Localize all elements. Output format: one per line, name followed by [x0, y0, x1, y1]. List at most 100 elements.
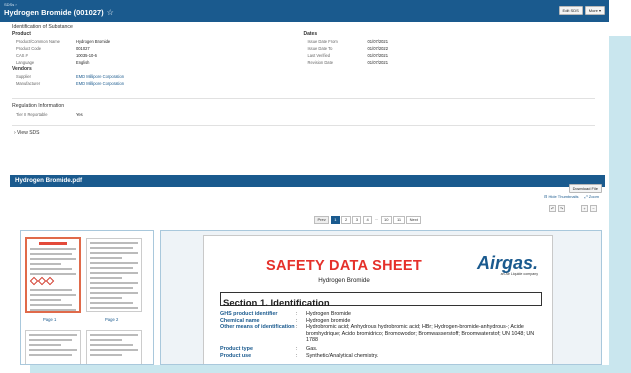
star-icon[interactable]: ☆: [107, 8, 114, 18]
page-button-11[interactable]: 11: [393, 216, 405, 224]
field-value: 01/07/2022: [367, 46, 389, 52]
sds-row-colon: :: [296, 311, 298, 317]
field-label: Manufacturer: [16, 81, 41, 87]
thumbnail-line: [90, 297, 123, 299]
field-label: Language: [16, 60, 35, 66]
thumbnail-line: [29, 349, 77, 351]
rotate-right-icon[interactable]: ↷: [558, 205, 565, 212]
sds-subtitle: Hydrogen Bromide: [318, 277, 370, 284]
rotate-left-icon[interactable]: ↶: [549, 205, 556, 212]
thumbnail-line: [90, 247, 134, 249]
thumbnail-line: [90, 277, 123, 279]
sds-row-value: Hydrobromic acid; Anhydrous hydrobromic …: [306, 324, 535, 344]
thumbnail-line: [29, 339, 73, 341]
page-button-10[interactable]: 10: [380, 216, 392, 224]
vendor-row: Manufacturer EMD Millipore Corporation: [12, 80, 595, 87]
download-file-button[interactable]: Download File: [568, 184, 602, 193]
thumbnail-line: [29, 354, 73, 356]
regulation-row: Tier II Reportable Yes: [12, 111, 595, 118]
prev-page-button[interactable]: Prev: [314, 216, 330, 224]
sds-row-value: Synthetic/Analytical chemistry.: [306, 352, 379, 359]
section-heading-text: Section 1. Identification: [223, 298, 330, 309]
manufacturer-link[interactable]: EMD Millipore Corporation: [76, 80, 124, 87]
zoom-controls: + −: [581, 205, 597, 212]
thumbnail-line: [30, 299, 62, 301]
thumbnail-line: [90, 339, 123, 341]
page-thumbnail-2[interactable]: [86, 238, 142, 312]
thumbnail-title-bar: [39, 242, 67, 245]
field-value: Hydrogen Bromide: [76, 39, 111, 44]
page-thumbnail-3[interactable]: [25, 330, 81, 364]
page-title-text: Hydrogen Bromide (001027): [4, 8, 104, 17]
hide-thumbnails-link[interactable]: ⊟ Hide Thumbnails: [544, 194, 578, 199]
sds-row: Product type: Gas.: [220, 346, 542, 353]
edit-sds-button[interactable]: Edit SDS: [558, 6, 583, 15]
logo-wordmark: Airgas.: [476, 253, 538, 273]
product-column: Product Product/Common Name Hydrogen Brom…: [12, 31, 304, 66]
thumbnail-line: [90, 262, 138, 264]
page-button-1[interactable]: 1: [330, 216, 340, 224]
page-button-2[interactable]: 2: [341, 216, 351, 224]
decorative-background-strip: [30, 365, 631, 373]
sds-heading: SAFETY DATA SHEET Hydrogen Bromide: [259, 258, 429, 284]
breadcrumb[interactable]: SDSs ›: [4, 0, 609, 8]
thumbnail-line: [30, 253, 72, 255]
thumbnail-label-1: Page 1: [43, 317, 57, 322]
thumbnail-line: [90, 272, 138, 274]
sds-row-label: Product type: [220, 345, 253, 352]
field-label: Last Verified: [307, 53, 331, 59]
hazard-pictograms: [29, 276, 75, 286]
sds-row: Chemical name: Hydrogen bromide: [220, 318, 542, 325]
supplier-link[interactable]: EMD Millipore Corporation: [76, 73, 124, 80]
field-value: 01/07/2021: [367, 53, 389, 59]
document-viewer[interactable]: SAFETY DATA SHEET Hydrogen Bromide Airga…: [160, 230, 602, 365]
page-title: Hydrogen Bromide (001027) ☆: [4, 8, 609, 18]
view-sds-toggle[interactable]: › View SDS: [12, 130, 595, 137]
zoom-link[interactable]: ⤢ Zoom: [584, 194, 599, 199]
divider: [12, 97, 595, 99]
more-menu-button[interactable]: More ▾: [584, 6, 605, 15]
page-thumbnail-4[interactable]: [86, 330, 142, 364]
field-label: Revision Date: [307, 60, 333, 66]
thumbnail-line: [90, 292, 138, 294]
thumbnail-line: [90, 307, 138, 309]
header-actions: Edit SDS More ▾: [558, 6, 605, 15]
file-header-bar: Hydrogen Bromide.pdf Download File: [10, 175, 605, 193]
thumbnail-line: [90, 242, 138, 244]
hazard-pictogram-icon: [45, 276, 55, 286]
sds-row-colon: :: [296, 317, 298, 324]
thumbnail-line: [30, 258, 76, 260]
zoom-out-icon[interactable]: −: [590, 205, 597, 212]
field-label: Product/Common Name: [16, 39, 60, 44]
airgas-logo: Airgas. an Air Liquide company: [477, 254, 538, 276]
thumbnail-line: [90, 302, 134, 304]
field-value: 001027: [76, 46, 90, 52]
date-row: Revision Date 01/07/2021: [304, 59, 596, 66]
rotate-controls: ↶ ↷: [549, 205, 565, 212]
vendor-row: Supplier EMD Millipore Corporation: [12, 73, 595, 80]
field-value: 01/07/2021: [367, 60, 389, 66]
sds-row-label: GHS product identifier: [220, 311, 278, 317]
thumbnail-line: [30, 273, 76, 275]
dates-column: Dates Issue Date From 01/07/2021 Issue Da…: [304, 31, 596, 66]
product-row: Language English: [12, 59, 304, 66]
thumbnail-line: [30, 304, 72, 306]
thumbnail-line: [30, 263, 62, 265]
identification-rows: GHS product identifier: Hydrogen Bromide …: [220, 311, 542, 359]
page-button-3[interactable]: 3: [352, 216, 362, 224]
date-row: Issue Date To 01/07/2022: [304, 45, 596, 52]
zoom-in-icon[interactable]: +: [581, 205, 588, 212]
thumbnail-line: [90, 349, 138, 351]
thumbnail-line: [90, 267, 134, 269]
sds-row: Other means of identification: Hydrobromi…: [220, 324, 542, 344]
section-heading: Section 1. Identification: [220, 292, 542, 309]
thumbnail-line: [30, 248, 76, 250]
page-button-4[interactable]: 4: [362, 216, 373, 224]
identification-columns: Product Product/Common Name Hydrogen Brom…: [12, 31, 595, 66]
thumbnail-line: [29, 334, 77, 336]
sds-row: Product use: Synthetic/Analytical chemist…: [220, 353, 542, 360]
next-page-button[interactable]: Next: [406, 216, 422, 224]
page-thumbnail-1[interactable]: [25, 237, 81, 313]
thumbnail-panel: Page 1 Page 2: [20, 230, 154, 365]
details-body: Identification of Substance Product Prod…: [0, 22, 609, 137]
